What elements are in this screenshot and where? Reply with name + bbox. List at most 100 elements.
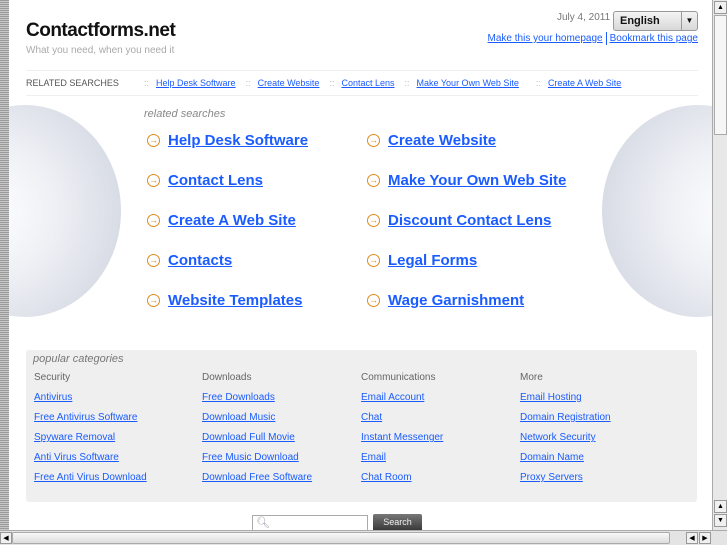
- scroll-right-icon[interactable]: ▶: [699, 532, 711, 544]
- arrow-right-icon: →: [147, 293, 160, 307]
- bar-link[interactable]: Create A Web Site: [548, 78, 621, 88]
- category-link[interactable]: Free Music Download: [202, 452, 312, 472]
- related-link[interactable]: Make Your Own Web Site: [388, 172, 566, 189]
- search-button[interactable]: Search: [373, 514, 422, 530]
- category-link[interactable]: Proxy Servers: [520, 472, 611, 492]
- category-link[interactable]: Download Free Software: [202, 472, 312, 492]
- category-column: Security Antivirus Free Antivirus Software…: [34, 372, 147, 492]
- related-searches-title: related searches: [144, 108, 226, 120]
- related-link[interactable]: Contacts: [168, 252, 232, 269]
- related-bar-label: RELATED SEARCHES: [26, 78, 119, 88]
- category-column: More Email Hosting Domain Registration Netw…: [520, 372, 611, 492]
- category-link[interactable]: Instant Messenger: [361, 432, 443, 452]
- category-heading: Downloads: [202, 372, 252, 383]
- arrow-right-icon: →: [147, 253, 160, 267]
- horizontal-scrollbar[interactable]: ◀ ◀ ▶: [0, 530, 727, 545]
- category-link[interactable]: Download Music: [202, 412, 312, 432]
- category-link[interactable]: Domain Registration: [520, 412, 611, 432]
- category-column: Downloads Free Downloads Download Music Dow…: [202, 372, 312, 492]
- separator: ::: [245, 78, 251, 88]
- popular-categories: popular categories Security Antivirus Free…: [26, 350, 697, 502]
- top-links: Make this your homepage Bookmark this pag…: [488, 32, 698, 45]
- category-heading: More: [520, 372, 543, 383]
- category-link[interactable]: Email Hosting: [520, 392, 611, 412]
- separator: ::: [144, 78, 150, 88]
- category-link[interactable]: Spyware Removal: [34, 432, 147, 452]
- related-link[interactable]: Website Templates: [168, 292, 303, 309]
- category-link[interactable]: Chat: [361, 412, 443, 432]
- date: July 4, 2011: [557, 12, 611, 23]
- bookmark-link[interactable]: Bookmark this page: [610, 33, 698, 44]
- language-value: English: [620, 15, 660, 27]
- category-link[interactable]: Anti Virus Software: [34, 452, 147, 472]
- window-edge: [0, 0, 9, 530]
- related-item[interactable]: → Wage Garnishment: [367, 290, 587, 310]
- related-searches-list: → Help Desk Software → Create Website → Conta…: [147, 130, 587, 310]
- site-logo[interactable]: Contactforms.net: [26, 20, 176, 42]
- category-heading: Communications: [361, 372, 436, 383]
- related-item[interactable]: → Legal Forms: [367, 250, 587, 270]
- category-link[interactable]: Email Account: [361, 392, 443, 412]
- category-link[interactable]: Free Downloads: [202, 392, 312, 412]
- related-item[interactable]: → Help Desk Software: [147, 130, 367, 150]
- separator: ::: [329, 78, 335, 88]
- vertical-scrollbar[interactable]: ▲ ▲ ▼: [712, 0, 727, 530]
- category-link[interactable]: Network Security: [520, 432, 611, 452]
- arrow-right-icon: →: [147, 213, 160, 227]
- tagline: What you need, when you need it: [26, 45, 175, 56]
- arrow-right-icon: →: [147, 173, 160, 187]
- related-item[interactable]: → Website Templates: [147, 290, 367, 310]
- related-item[interactable]: → Create A Web Site: [147, 210, 367, 230]
- popular-title: popular categories: [33, 353, 124, 365]
- category-heading: Security: [34, 372, 71, 383]
- category-link[interactable]: Chat Room: [361, 472, 443, 492]
- language-select[interactable]: English ▼: [613, 11, 698, 31]
- related-link[interactable]: Wage Garnishment: [388, 292, 524, 309]
- arrow-right-icon: →: [367, 253, 380, 267]
- separator: ::: [535, 78, 541, 88]
- arrow-right-icon: →: [367, 173, 380, 187]
- scroll-down-icon[interactable]: ▼: [714, 514, 727, 527]
- decorative-circle-left: [9, 105, 121, 317]
- bar-link[interactable]: Make Your Own Web Site: [417, 78, 519, 88]
- category-link[interactable]: Free Anti Virus Download: [34, 472, 147, 492]
- related-item[interactable]: → Make Your Own Web Site: [367, 170, 587, 190]
- scroll-thumb[interactable]: [714, 15, 727, 135]
- category-link[interactable]: Domain Name: [520, 452, 611, 472]
- arrow-right-icon: →: [367, 213, 380, 227]
- bar-link[interactable]: Create Website: [258, 78, 320, 88]
- scroll-left-icon[interactable]: ◀: [686, 532, 698, 544]
- bar-link[interactable]: Help Desk Software: [156, 78, 236, 88]
- arrow-right-icon: →: [367, 293, 380, 307]
- separator: ::: [404, 78, 410, 88]
- scroll-thumb[interactable]: [12, 532, 670, 544]
- related-link[interactable]: Create A Web Site: [168, 212, 296, 229]
- decorative-circle-right: [602, 105, 712, 317]
- related-link[interactable]: Contact Lens: [168, 172, 263, 189]
- related-link[interactable]: Help Desk Software: [168, 132, 308, 149]
- related-link[interactable]: Legal Forms: [388, 252, 477, 269]
- divider: [605, 32, 607, 45]
- related-item[interactable]: → Discount Contact Lens: [367, 210, 587, 230]
- related-item[interactable]: → Create Website: [367, 130, 587, 150]
- search-icon: 🔍︎: [256, 517, 270, 529]
- bar-link[interactable]: Contact Lens: [341, 78, 394, 88]
- related-item[interactable]: → Contact Lens: [147, 170, 367, 190]
- related-link[interactable]: Create Website: [388, 132, 496, 149]
- page: Contactforms.net What you need, when you…: [9, 0, 712, 530]
- make-homepage-link[interactable]: Make this your homepage: [488, 33, 603, 44]
- scroll-up-icon[interactable]: ▲: [714, 1, 727, 14]
- search-input[interactable]: 🔍︎: [252, 515, 368, 530]
- related-link[interactable]: Discount Contact Lens: [388, 212, 551, 229]
- category-link[interactable]: Email: [361, 452, 443, 472]
- arrow-right-icon: →: [367, 133, 380, 147]
- related-item[interactable]: → Contacts: [147, 250, 367, 270]
- scroll-up-icon[interactable]: ▲: [714, 500, 727, 513]
- category-link[interactable]: Antivirus: [34, 392, 147, 412]
- category-link[interactable]: Download Full Movie: [202, 432, 312, 452]
- category-column: Communications Email Account Chat Instant M…: [361, 372, 443, 492]
- related-searches-bar: RELATED SEARCHES :: Help Desk Software ::…: [26, 70, 698, 96]
- category-link[interactable]: Free Antivirus Software: [34, 412, 147, 432]
- arrow-right-icon: →: [147, 133, 160, 147]
- scroll-left-icon[interactable]: ◀: [0, 532, 12, 544]
